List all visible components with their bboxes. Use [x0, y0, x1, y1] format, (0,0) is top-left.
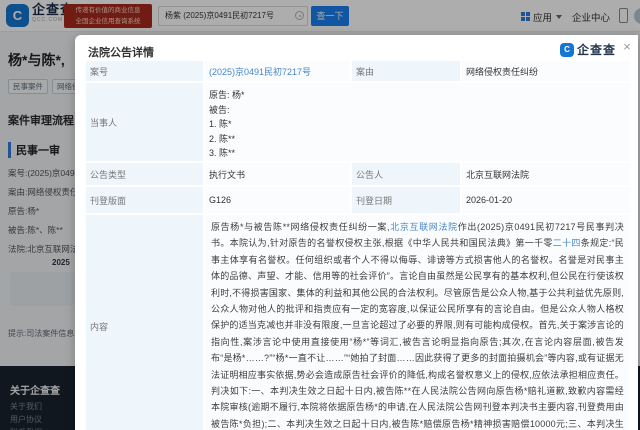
announcer-label: 公告人: [352, 163, 460, 185]
publication-date-value: 2026-01-20: [462, 187, 630, 213]
cause-label: 案由: [352, 61, 460, 81]
qichacha-watermark-icon: C: [560, 43, 574, 57]
case-number-label: 案号: [86, 61, 203, 81]
table-row: 内容 原告杨*与被告陈**网络侵权责任纠纷一案,北京互联网法院作出(2025)京…: [86, 215, 630, 430]
announcement-content-text: 原告杨*与被告陈**网络侵权责任纠纷一案,北京互联网法院作出(2025)京049…: [211, 219, 624, 430]
publication-page-label: 刊登版面: [86, 187, 203, 213]
qichacha-watermark: C 企查查: [560, 41, 616, 58]
content-cell: 原告杨*与被告陈**网络侵权责任纠纷一案,北京互联网法院作出(2025)京049…: [205, 215, 630, 430]
party-line: 3. 陈**: [209, 146, 626, 161]
case-number-link[interactable]: (2025)京0491民初7217号: [209, 65, 311, 78]
modal-title: 法院公告详情: [88, 44, 154, 60]
announcement-type-label: 公告类型: [86, 163, 203, 185]
publication-date-label: 刊登日期: [352, 187, 460, 213]
parties-label: 当事人: [86, 83, 203, 161]
content-inline-link[interactable]: 北京互联网法院: [390, 222, 458, 232]
publication-page-value: G126: [205, 187, 350, 213]
party-line: 2. 陈**: [209, 132, 626, 147]
cause-value: 网络侵权责任纠纷: [462, 61, 630, 81]
table-row: 公告类型 执行文书 公告人 北京互联网法院: [86, 163, 630, 185]
content-inline-link[interactable]: 二十四: [553, 238, 581, 248]
content-label: 内容: [86, 215, 203, 430]
court-announcement-modal: 法院公告详情 C 企查查 × 案号 (2025)京0491民初7217号 案由 …: [75, 35, 638, 430]
content-text-segment: 原告杨*与被告陈**网络侵权责任纠纷一案,: [211, 222, 390, 232]
page: C 企查查 QCC.COM 传递有价值的商业信息 全国企业信用查询系统 杨紫 (…: [0, 0, 640, 430]
party-line: 被告:: [209, 103, 626, 118]
qichacha-watermark-text: 企查查: [577, 41, 616, 58]
announcement-type-value: 执行文书: [205, 163, 350, 185]
content-text-segment: 条规定:“民事主体享有名誉权。任何组织或者个人不得以侮辱、诽谤等方式损害他人的名…: [211, 238, 624, 430]
close-icon[interactable]: ×: [620, 40, 634, 54]
table-row: 刊登版面 G126 刊登日期 2026-01-20: [86, 187, 630, 213]
party-line: 1. 陈*: [209, 117, 626, 132]
announcer-value: 北京互联网法院: [462, 163, 630, 185]
announcement-table: 案号 (2025)京0491民初7217号 案由 网络侵权责任纠纷 当事人 原告…: [86, 61, 630, 430]
table-row: 当事人 原告: 杨*被告:1. 陈*2. 陈**3. 陈**: [86, 83, 630, 161]
table-row: 案号 (2025)京0491民初7217号 案由 网络侵权责任纠纷: [86, 61, 630, 81]
party-lines: 原告: 杨*被告:1. 陈*2. 陈**3. 陈**: [205, 83, 630, 161]
case-number-value: (2025)京0491民初7217号: [205, 61, 350, 81]
party-line: 原告: 杨*: [209, 88, 626, 103]
